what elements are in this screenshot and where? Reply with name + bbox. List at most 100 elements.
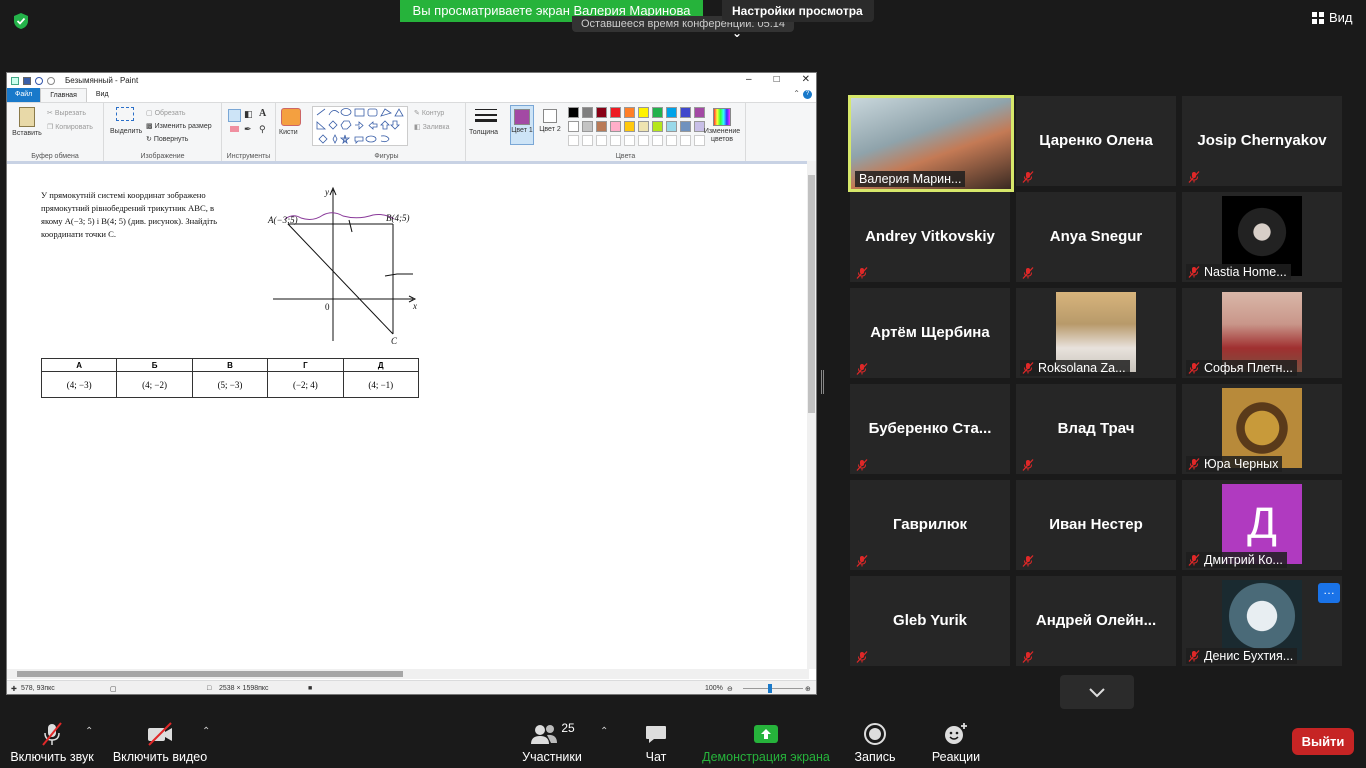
drawing-canvas[interactable]: У прямокутній системі координат зображен… xyxy=(7,164,807,671)
palette-swatch[interactable] xyxy=(596,121,607,132)
scroll-thumb[interactable] xyxy=(17,671,403,677)
chat-button[interactable]: Чат xyxy=(636,720,676,764)
rotate-button[interactable]: ↻ Повернуть xyxy=(146,135,188,143)
start-video-button[interactable]: Включить видео xyxy=(112,720,208,764)
palette-swatch[interactable] xyxy=(624,121,635,132)
palette-swatch-empty[interactable] xyxy=(666,135,677,146)
edit-colors-button[interactable]: Изменение цветов xyxy=(701,105,743,144)
palette-swatch[interactable] xyxy=(638,107,649,118)
color1-button[interactable]: Цвет 1 xyxy=(510,105,534,145)
resize-button[interactable]: ▩ Изменить размер xyxy=(146,122,212,130)
zoom-in-icon[interactable]: ⊕ xyxy=(805,685,811,693)
gallery-next-page-button[interactable] xyxy=(1060,675,1134,709)
participant-tile[interactable]: Gleb Yurik xyxy=(850,576,1010,666)
paste-button[interactable]: Вставить xyxy=(12,107,42,137)
text-tool-icon[interactable]: A xyxy=(259,108,266,119)
help-icon[interactable]: ? xyxy=(803,90,812,99)
size-button[interactable]: Толщина xyxy=(466,103,506,162)
brushes-button[interactable]: Кисти xyxy=(276,103,308,162)
participant-tile[interactable]: Д Дмитрий Ко... xyxy=(1182,480,1342,570)
vertical-scrollbar[interactable] xyxy=(807,161,816,669)
participant-tile[interactable]: Артём Щербина xyxy=(850,288,1010,378)
palette-swatch-empty[interactable] xyxy=(582,135,593,146)
palette-swatch[interactable] xyxy=(638,121,649,132)
participant-tile[interactable]: Юра Черных xyxy=(1182,384,1342,474)
crop-button[interactable]: ▢ Обрезать xyxy=(146,109,185,117)
redo-icon[interactable] xyxy=(47,76,55,85)
view-switch-button[interactable]: Вид xyxy=(1312,10,1353,25)
palette-swatch-empty[interactable] xyxy=(624,135,635,146)
save-icon[interactable] xyxy=(23,76,31,85)
scroll-thumb[interactable] xyxy=(808,175,815,413)
maximize-icon[interactable]: □ xyxy=(774,74,780,85)
palette-swatch[interactable] xyxy=(680,107,691,118)
cut-button[interactable]: ✂ Вырезать xyxy=(47,109,86,117)
eraser-icon[interactable] xyxy=(230,126,239,132)
zoom-out-icon[interactable]: ⊖ xyxy=(727,685,733,693)
participants-caret-icon[interactable]: ⌃ xyxy=(600,726,608,737)
security-shield-icon[interactable] xyxy=(12,12,30,30)
collapse-ribbon-icon[interactable]: ⌃ xyxy=(793,89,800,98)
tab-home[interactable]: Главная xyxy=(40,88,87,102)
share-screen-button[interactable]: Демонстрация экрана xyxy=(702,720,830,764)
magnifier-icon[interactable]: ⚲ xyxy=(259,124,266,135)
participants-button[interactable]: 25 Участники xyxy=(520,720,584,764)
color2-button[interactable]: Цвет 2 xyxy=(538,105,562,145)
record-button[interactable]: Запись xyxy=(852,720,898,764)
tab-view[interactable]: Вид xyxy=(87,88,118,102)
palette-swatch[interactable] xyxy=(652,121,663,132)
fill-dropdown[interactable]: ◧ Заливка xyxy=(414,123,450,131)
participant-tile[interactable]: Андрей Олейн... xyxy=(1016,576,1176,666)
participant-tile[interactable]: Валерия Марин... xyxy=(848,95,1014,192)
splitter-handle[interactable] xyxy=(821,370,824,394)
palette-swatch-empty[interactable] xyxy=(596,135,607,146)
copy-button[interactable]: ❐ Копировать xyxy=(47,123,93,131)
palette-swatch[interactable] xyxy=(568,121,579,132)
minimize-icon[interactable]: – xyxy=(746,74,752,85)
more-options-button[interactable]: … xyxy=(1318,583,1340,603)
palette-swatch-empty[interactable] xyxy=(638,135,649,146)
tab-file[interactable]: Файл xyxy=(7,88,41,102)
shapes-gallery[interactable] xyxy=(312,106,408,146)
palette-swatch[interactable] xyxy=(680,121,691,132)
view-options-button[interactable]: Настройки просмотра ⌄ xyxy=(722,0,874,40)
participant-tile[interactable]: Софья Плетн... xyxy=(1182,288,1342,378)
palette-swatch-empty[interactable] xyxy=(610,135,621,146)
participant-tile[interactable]: Roksolana Za... xyxy=(1016,288,1176,378)
palette-swatch-empty[interactable] xyxy=(568,135,579,146)
participant-tile[interactable]: Andrey Vitkovskiy xyxy=(850,192,1010,282)
participant-tile[interactable]: Царенко Олена xyxy=(1016,96,1176,186)
participant-tile[interactable]: Иван Нестер xyxy=(1016,480,1176,570)
participant-tile[interactable]: Буберенко Ста... xyxy=(850,384,1010,474)
video-options-caret-icon[interactable]: ⌃ xyxy=(202,726,210,737)
close-icon[interactable]: ✕ xyxy=(802,74,810,85)
undo-icon[interactable] xyxy=(35,76,43,85)
participant-tile[interactable]: Влад Трач xyxy=(1016,384,1176,474)
participant-tile[interactable]: Josip Chernyakov xyxy=(1182,96,1342,186)
zoom-slider[interactable] xyxy=(743,688,803,689)
audio-options-caret-icon[interactable]: ⌃ xyxy=(85,726,93,737)
select-button[interactable]: Выделить xyxy=(110,107,142,135)
pencil-icon[interactable] xyxy=(228,109,241,122)
palette-swatch-empty[interactable] xyxy=(652,135,663,146)
palette-swatch[interactable] xyxy=(610,121,621,132)
participant-tile[interactable]: Anya Snegur xyxy=(1016,192,1176,282)
outline-dropdown[interactable]: ✎ Контур xyxy=(414,109,444,117)
participant-tile[interactable]: Гаврилюк xyxy=(850,480,1010,570)
fill-bucket-icon[interactable]: ◧ xyxy=(244,109,253,120)
participant-tile[interactable]: Nastia Home... xyxy=(1182,192,1342,282)
zoom-slider-thumb[interactable] xyxy=(768,684,772,693)
leave-meeting-button[interactable]: Выйти xyxy=(1292,728,1354,755)
reactions-button[interactable]: Реакции xyxy=(930,720,982,764)
palette-swatch[interactable] xyxy=(568,107,579,118)
color-picker-icon[interactable]: ✒ xyxy=(244,124,252,135)
palette-swatch[interactable] xyxy=(582,107,593,118)
palette-swatch[interactable] xyxy=(610,107,621,118)
palette-swatch[interactable] xyxy=(582,121,593,132)
palette-swatch[interactable] xyxy=(596,107,607,118)
palette-swatch[interactable] xyxy=(666,107,677,118)
palette-swatch[interactable] xyxy=(666,121,677,132)
horizontal-scrollbar[interactable] xyxy=(7,669,809,679)
palette-swatch[interactable] xyxy=(652,107,663,118)
palette-swatch-empty[interactable] xyxy=(680,135,691,146)
